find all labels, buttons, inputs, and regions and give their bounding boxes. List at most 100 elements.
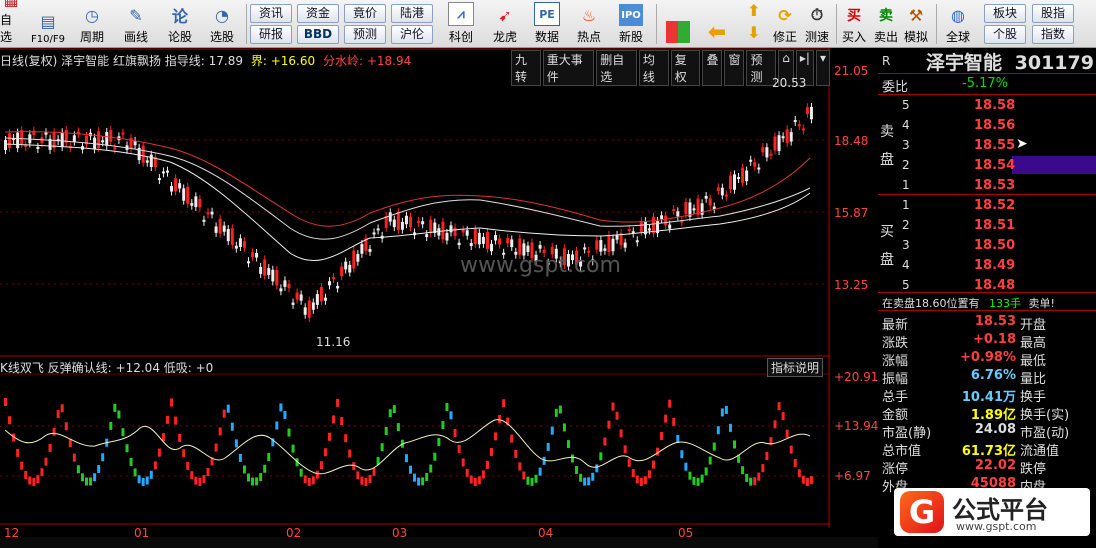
stat-label: 最新 bbox=[882, 318, 909, 333]
indicator-bar bbox=[672, 417, 676, 426]
indicator-bar bbox=[607, 420, 611, 429]
toolbar-item-star-market[interactable]: ⩘ 科创 bbox=[442, 2, 480, 45]
indicator-bar bbox=[145, 476, 149, 485]
sell-level-price[interactable]: 18.55 bbox=[974, 138, 1015, 153]
toolbar-item-watchlist[interactable]: ▦ 自选 bbox=[0, 0, 22, 45]
indicator-bar bbox=[619, 429, 623, 438]
buy-level-price[interactable]: 18.48 bbox=[974, 278, 1015, 293]
indicator-bar bbox=[433, 452, 437, 461]
candle-body bbox=[700, 203, 704, 215]
stat-label-2: 量比 bbox=[1020, 372, 1047, 387]
indicator-bar bbox=[251, 477, 255, 486]
toolbar-item-select[interactable]: ◔ 选股 bbox=[204, 2, 240, 45]
indicator-bar bbox=[340, 417, 344, 426]
indicator-bar bbox=[728, 423, 732, 432]
indicator-bar bbox=[28, 476, 32, 485]
indicator-bar bbox=[522, 471, 526, 480]
candle-body bbox=[465, 230, 469, 236]
candle-body bbox=[311, 302, 315, 310]
button-shanghai-london[interactable]: 沪伦 bbox=[391, 25, 433, 44]
candle-body bbox=[388, 212, 392, 222]
toolbar-item-f10[interactable]: ▤ F10/F9 bbox=[28, 2, 68, 46]
button-window[interactable]: 窗 bbox=[724, 50, 745, 86]
button-auction[interactable]: 竟价 bbox=[344, 4, 386, 23]
indicator-bar bbox=[785, 429, 789, 438]
button-stock[interactable]: 个股 bbox=[984, 25, 1026, 44]
button-forecast[interactable]: 预测 bbox=[344, 25, 386, 44]
toolbar-item-simulate[interactable]: ⚒ 模拟 bbox=[902, 2, 930, 45]
indicator-help-button[interactable]: 指标说明 bbox=[767, 358, 824, 377]
buy-level-price[interactable]: 18.49 bbox=[974, 258, 1015, 273]
button-major-events[interactable]: 重大事件 bbox=[542, 50, 595, 86]
toolbar-item-buy[interactable]: 买 买入 bbox=[840, 2, 868, 45]
candle-body bbox=[222, 225, 226, 232]
buy-level-price[interactable]: 18.52 bbox=[974, 198, 1015, 213]
indicator-bar bbox=[453, 428, 457, 437]
indicator-bar bbox=[587, 477, 591, 486]
sell-level-price[interactable]: 18.58 bbox=[974, 98, 1015, 113]
indicator-bar bbox=[153, 461, 157, 470]
toolbar-item-sell[interactable]: 卖 卖出 bbox=[872, 2, 900, 45]
kline-chart[interactable]: www.gspt.com 日线(复权) 泽宇智能 红旗飘扬 指导线: 17.89… bbox=[0, 48, 878, 540]
toolbar-item-back[interactable]: ⬅ bbox=[702, 2, 732, 45]
button-funds[interactable]: 资金 bbox=[297, 4, 339, 23]
toolbar-item-discuss[interactable]: 论 论股 bbox=[162, 2, 198, 45]
dropdown-icon[interactable]: ▾ bbox=[815, 50, 830, 86]
toolbar-item-ipo[interactable]: IPO 新股 bbox=[612, 2, 650, 45]
sell-level-price[interactable]: 18.56 bbox=[974, 118, 1015, 133]
indicator-bar bbox=[741, 466, 745, 475]
toolbar-item-dragon-tiger[interactable]: ➹ 龙虎 bbox=[486, 2, 524, 45]
button-index-futures[interactable]: 股指 bbox=[1032, 4, 1074, 23]
weibi-label: 委比 bbox=[882, 80, 909, 95]
candle-body bbox=[429, 219, 433, 234]
indicator-bar bbox=[48, 443, 52, 452]
candle-body bbox=[421, 221, 425, 225]
candle-body bbox=[275, 269, 279, 286]
button-news[interactable]: 资讯 bbox=[250, 4, 292, 23]
candle-body bbox=[218, 218, 222, 234]
indicator-bar bbox=[696, 477, 700, 486]
button-adjust[interactable]: 复权 bbox=[670, 50, 701, 86]
button-overlay[interactable]: 叠 bbox=[702, 50, 723, 86]
button-index[interactable]: 指数 bbox=[1032, 25, 1074, 44]
toolbar-item-fix[interactable]: ⟳ 修正 bbox=[770, 2, 800, 45]
toolbar-item-speedtest[interactable]: ⏱ 测速 bbox=[802, 2, 832, 45]
button-research[interactable]: 研报 bbox=[250, 25, 292, 44]
sell-level-price[interactable]: 18.53 bbox=[974, 178, 1015, 193]
pe-icon: PE bbox=[534, 2, 560, 26]
toolbar-item-hotspot[interactable]: ♨ 热点 bbox=[570, 2, 608, 45]
candle-body bbox=[44, 132, 48, 135]
toolbar-item-up[interactable]: ⬆ bbox=[742, 1, 766, 22]
button-remove-watch[interactable]: 删自选 bbox=[596, 50, 637, 86]
sell-level-price[interactable]: 18.54 bbox=[974, 158, 1015, 173]
candle-body bbox=[174, 178, 178, 192]
buy-level-price[interactable]: 18.51 bbox=[974, 218, 1015, 233]
button-ma[interactable]: 均线 bbox=[638, 50, 669, 86]
sell-level-num: 1 bbox=[902, 178, 910, 192]
stat-label: 金额 bbox=[882, 408, 909, 423]
toolbar-item-draw[interactable]: ✎ 画线 bbox=[118, 2, 154, 45]
indicator-bar bbox=[425, 472, 429, 481]
indicator-bar bbox=[299, 468, 303, 477]
buy-level-price[interactable]: 18.50 bbox=[974, 238, 1015, 253]
toolbar-item-data[interactable]: PE 数据 bbox=[528, 2, 566, 45]
candle-body bbox=[109, 130, 113, 142]
toolbar-item-down[interactable]: ⬇ bbox=[742, 23, 766, 44]
stock-title: 泽宇智能 301179 bbox=[926, 48, 1094, 75]
button-sector[interactable]: 板块 bbox=[984, 4, 1026, 23]
sub-tick: +6.97 bbox=[834, 469, 871, 483]
toolbar-item-period[interactable]: ◷ 周期 bbox=[74, 2, 110, 45]
candle-body bbox=[352, 250, 356, 269]
gavel-icon: ⚒ bbox=[908, 5, 924, 25]
candle-body bbox=[336, 285, 340, 289]
button-hk-connect[interactable]: 陆港 bbox=[391, 4, 433, 23]
button-jiuzhuan[interactable]: 九转 bbox=[511, 50, 541, 86]
candle-body bbox=[307, 300, 311, 318]
toolbar-item-color-grid[interactable] bbox=[664, 2, 692, 45]
arrow-down-icon: ⬇ bbox=[747, 23, 761, 42]
candle-body bbox=[668, 224, 672, 229]
order-notice: 在卖盘18.60位置有 133手 卖单! bbox=[882, 295, 1055, 311]
button-bbd[interactable]: BBD bbox=[297, 25, 339, 44]
indicator-bar bbox=[724, 405, 728, 414]
toolbar-item-global[interactable]: ◍ 全球 bbox=[940, 2, 976, 45]
